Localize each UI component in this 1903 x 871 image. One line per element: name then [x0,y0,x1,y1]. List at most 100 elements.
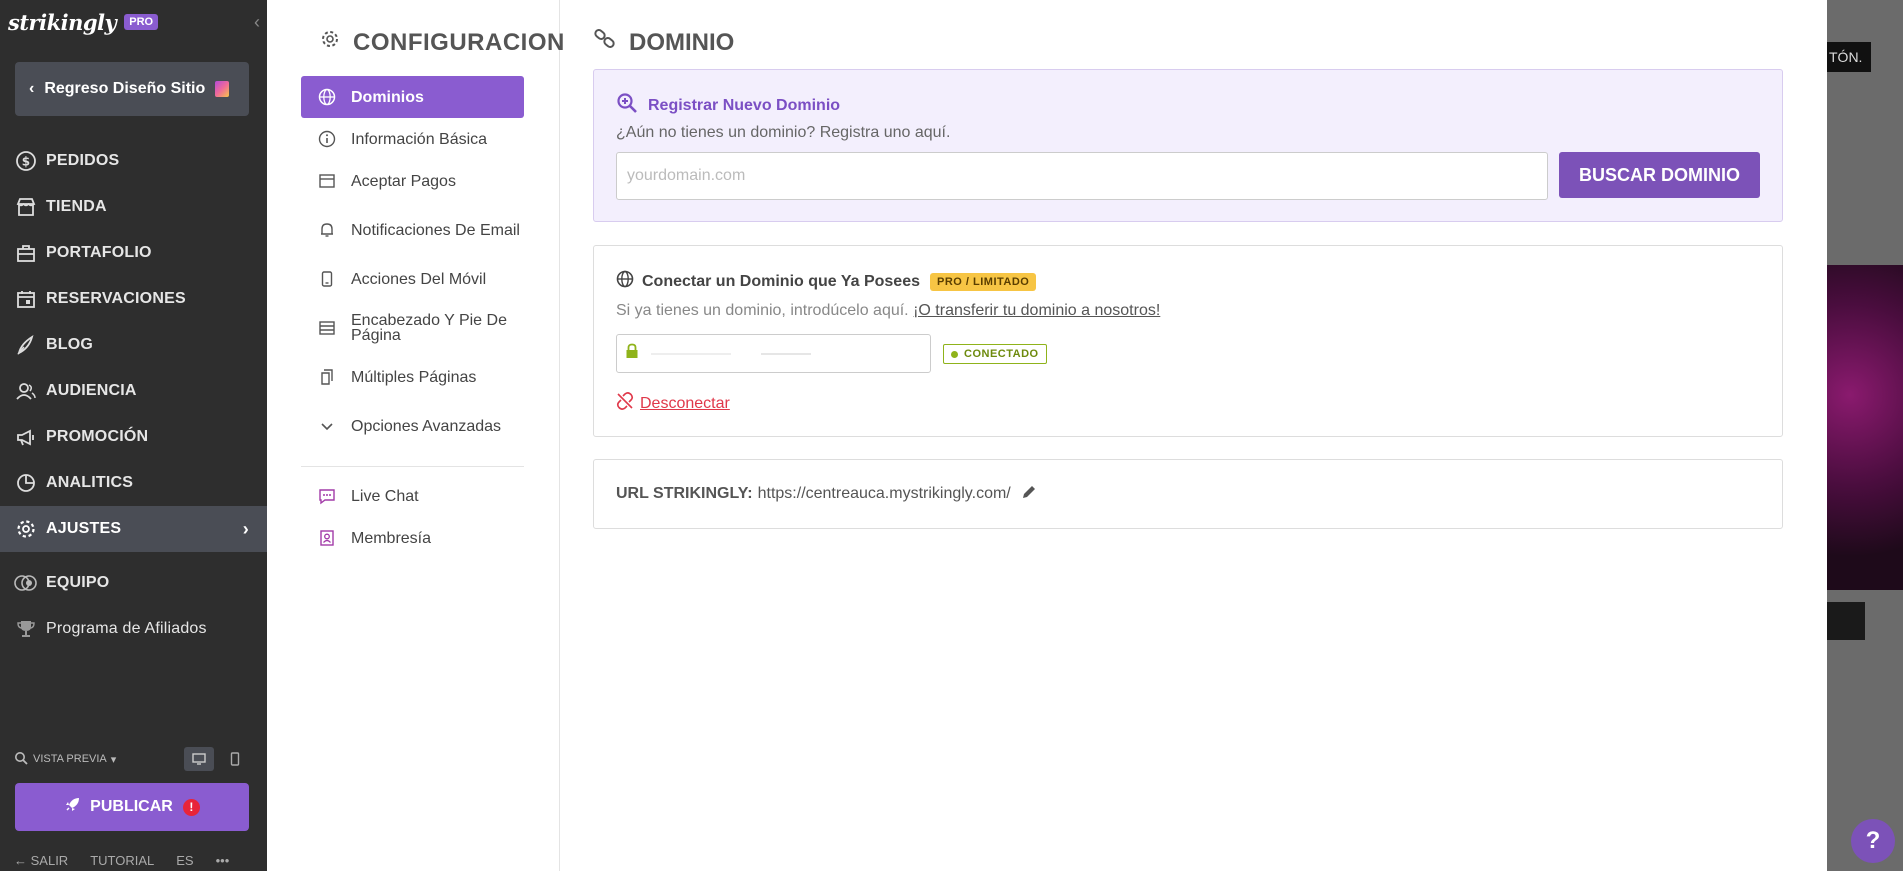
register-domain-subtitle: ¿Aún no tienes un dominio? Registra uno … [616,124,951,141]
gear-icon [319,28,341,57]
settings-divider [301,466,524,467]
language-link[interactable]: ES [176,853,193,868]
rocket-icon [64,797,80,818]
pro-limited-badge: PRO / LIMITADO [930,272,1037,291]
settings-item-label: Múltiples Páginas [351,368,477,386]
settings-item-encabezado[interactable]: Encabezado Y Pie De Página [301,300,524,356]
sidebar-item-promocion[interactable]: PROMOCIÓN [0,414,267,460]
broken-link-icon [616,392,634,415]
sidebar-item-portafolio[interactable]: PORTAFOLIO [0,230,267,276]
settings-item-label: Membresía [351,529,432,547]
domain-title-text: DOMINIO [629,28,735,56]
pencil-icon[interactable] [1021,484,1037,505]
caret-down-icon: ▾ [110,753,117,766]
globe-icon [616,270,634,293]
connect-domain-heading-text: Conectar un Dominio que Ya Posees [642,272,920,290]
sidebar-item-label: EQUIPO [46,574,110,591]
transfer-domain-link[interactable]: ¡O transferir tu dominio a nosotros! [913,302,1160,319]
bell-icon [317,221,337,239]
settings-menu: Dominios Información Básica Aceptar Pago… [301,76,524,559]
background-tooltip: TÓN. [1827,42,1871,72]
settings-item-informacion-basica[interactable]: Información Básica [301,118,524,160]
settings-item-label: Acciones Del Móvil [351,270,487,288]
settings-item-opciones-avanzadas[interactable]: Opciones Avanzadas [301,398,524,454]
exit-link[interactable]: ← SALIR [14,853,68,868]
link-icon [593,28,617,57]
domain-search-input[interactable] [616,152,1548,200]
register-domain-card: Registrar Nuevo Dominio ¿Aún no tienes u… [593,69,1783,222]
help-button[interactable]: ? [1851,819,1895,863]
settings-item-label: Opciones Avanzadas [351,417,502,435]
desktop-icon [192,753,206,765]
dollar-icon: $ [14,149,38,173]
svg-text:$: $ [22,155,31,169]
domain-title: DOMINIO [593,28,734,57]
publish-button[interactable]: PUBLICAR ! [15,783,249,831]
globe-icon [317,88,337,106]
search-domain-button[interactable]: BUSCAR DOMINIO [1559,152,1760,198]
tutorial-link[interactable]: TUTORIAL [90,853,154,868]
redacted-domain-value [651,352,811,355]
connected-status-badge: CONECTADO [943,344,1047,364]
search-plus-icon [616,92,638,119]
sidebar-item-blog[interactable]: BLOG [0,322,267,368]
settings-item-acciones-movil[interactable]: Acciones Del Móvil [301,258,524,300]
settings-item-aceptar-pagos[interactable]: Aceptar Pagos [301,160,524,202]
left-sidebar: strikingly PRO ‹ ‹ Regreso Diseño Sitio … [0,0,267,871]
settings-item-multiples-paginas[interactable]: Múltiples Páginas [301,356,524,398]
trophy-icon [14,617,38,641]
more-menu[interactable]: ••• [216,853,230,868]
settings-item-label: Encabezado Y Pie De Página [351,312,507,344]
sidebar-item-ajustes[interactable]: AJUSTES › [0,506,267,552]
settings-item-dominios[interactable]: Dominios [301,76,524,118]
sidebar-item-reservaciones[interactable]: RESERVACIONES [0,276,267,322]
publish-label: PUBLICAR [90,798,173,815]
settings-item-label: Notificaciones De Email [351,221,520,239]
wallet-icon [317,172,337,190]
settings-item-membresia[interactable]: Membresía [301,517,524,559]
back-to-design-label: Regreso Diseño Sitio [44,80,206,97]
status-dot-icon [951,350,958,358]
sidebar-item-label: BLOG [46,336,94,353]
connected-domain-field[interactable] [616,334,931,373]
connected-status-text: CONECTADO [964,348,1039,360]
settings-item-notificaciones[interactable]: Notificaciones De Email [301,202,524,258]
sidebar-item-tienda[interactable]: TIENDA [0,184,267,230]
connect-domain-subtitle: Si ya tienes un dominio, introdúcelo aqu… [616,302,1160,320]
mobile-icon [230,752,240,766]
connect-domain-heading: Conectar un Dominio que Ya Posees PRO / … [616,270,1037,293]
sidebar-item-label: PORTAFOLIO [46,244,152,261]
strikingly-url-value: https://centreauca.mystrikingly.com/ [757,485,1011,502]
pie-chart-icon [14,471,38,495]
sidebar-item-afiliados[interactable]: Programa de Afiliados [0,606,267,652]
brand-row: strikingly PRO ‹ [8,8,260,36]
sidebar-item-audiencia[interactable]: AUDIENCIA [0,368,267,414]
sidebar-item-analitics[interactable]: ANALITICS [0,460,267,506]
sidebar-footer: ← SALIR TUTORIAL ES ••• [14,853,254,868]
connect-domain-subtitle-text: Si ya tienes un dominio, introdúcelo aqu… [616,302,914,319]
settings-title: CONFIGURACION [319,28,565,57]
settings-item-live-chat[interactable]: Live Chat [301,475,524,517]
sidebar-item-label: RESERVACIONES [46,290,186,307]
desktop-view-button[interactable] [184,747,214,771]
strikingly-url-label: URL STRIKINGLY: [616,485,753,502]
back-to-design-button[interactable]: ‹ Regreso Diseño Sitio [15,62,249,116]
member-icon [317,529,337,547]
brand-logo[interactable]: strikingly [8,10,117,35]
disconnect-link[interactable]: Desconectar [616,392,730,415]
chevron-left-icon: ‹ [29,80,35,97]
preview-dropdown[interactable]: VISTA PREVIA [33,753,107,765]
background-image [1827,265,1903,590]
settings-modal: CONFIGURACION Dominios Información Básic… [267,0,1827,871]
alert-icon: ! [182,798,200,816]
collapse-chevron-icon[interactable]: ‹ [254,12,260,33]
chevron-down-icon [317,419,337,433]
sidebar-item-equipo[interactable]: EQUIPO [0,560,267,606]
arrow-left-icon: ← [14,853,27,868]
register-domain-heading-text: Registrar Nuevo Dominio [648,96,841,114]
sidebar-item-label: PEDIDOS [46,152,120,169]
mobile-view-button[interactable] [220,747,250,771]
sidebar-item-label: AUDIENCIA [46,382,137,399]
mobile-icon [317,270,337,288]
sidebar-item-pedidos[interactable]: $ PEDIDOS [0,138,267,184]
